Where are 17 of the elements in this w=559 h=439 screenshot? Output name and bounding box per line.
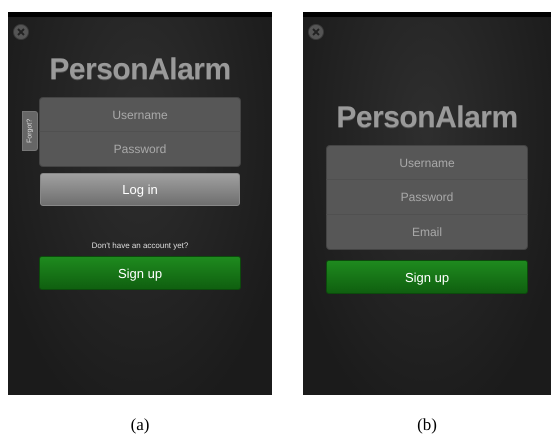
input-field[interactable]: Password: [326, 180, 528, 215]
signup-button[interactable]: Sign up: [326, 260, 528, 294]
signup-prompt: Don't have an account yet?: [92, 241, 188, 250]
login-button[interactable]: Log in: [40, 173, 240, 206]
close-button[interactable]: [308, 24, 324, 40]
app-title: PersonAlarm: [49, 53, 231, 87]
signup-button[interactable]: Sign up: [39, 256, 241, 290]
app-title: PersonAlarm: [336, 101, 518, 135]
close-button[interactable]: [13, 24, 29, 40]
input-field[interactable]: Password: [39, 132, 241, 167]
input-field[interactable]: Username: [39, 97, 241, 132]
figure-caption: (b): [417, 415, 437, 435]
figure-caption: (a): [130, 415, 150, 435]
close-icon: [16, 27, 26, 37]
input-field[interactable]: Email: [326, 215, 528, 250]
input-field[interactable]: Username: [326, 145, 528, 180]
close-icon: [311, 27, 321, 37]
